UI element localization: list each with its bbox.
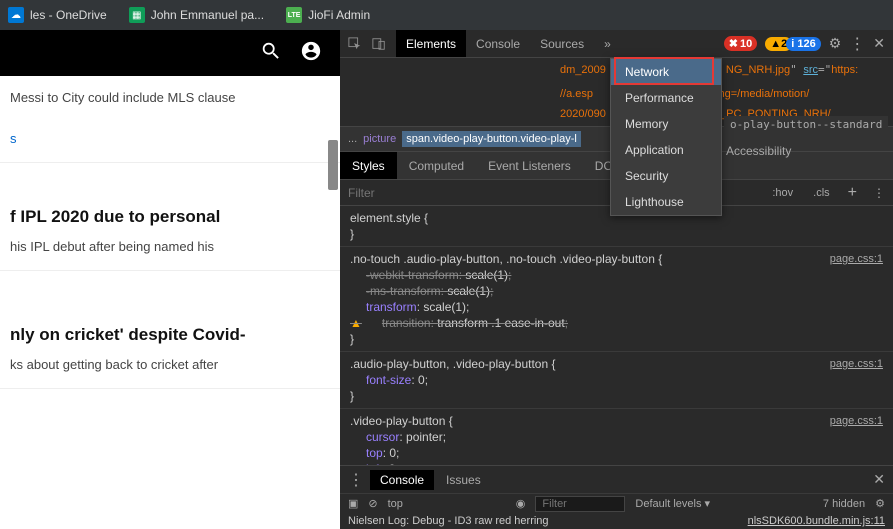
search-icon[interactable]	[260, 40, 282, 67]
hov-toggle[interactable]: :hov	[762, 187, 803, 199]
browser-tab-strip: ☁ les - OneDrive ▦ John Emmanuel pa... L…	[0, 0, 893, 30]
cls-toggle[interactable]: .cls	[803, 187, 840, 199]
menu-item-application[interactable]: Application	[611, 137, 721, 163]
info-badge[interactable]: i 126	[786, 37, 820, 51]
page-header	[0, 30, 340, 76]
play-icon[interactable]: ▣	[348, 497, 358, 510]
source-link[interactable]: page.css:1	[830, 356, 883, 372]
panels-dropdown: Network Performance Memory Application S…	[610, 58, 722, 216]
article-card[interactable]: nly on cricket' despite Covid- ks about …	[0, 311, 340, 389]
tab-overflow[interactable]: »	[594, 30, 621, 57]
device-icon[interactable]	[372, 37, 386, 51]
console-filter-input[interactable]	[535, 496, 625, 512]
article-card[interactable]: f IPL 2020 due to personal his IPL debut…	[0, 193, 340, 271]
tab-event-listeners[interactable]: Event Listeners	[476, 152, 583, 179]
console-message: Nielsen Log: Debug - ID3 raw red herring…	[340, 513, 893, 529]
devtools-tablist: Elements Console Sources »	[396, 30, 621, 57]
drawer-tab-issues[interactable]: Issues	[436, 470, 491, 490]
source-link[interactable]: page.css:1	[830, 413, 883, 429]
article-link: s	[10, 131, 330, 146]
browser-tab[interactable]: LTE JioFi Admin	[286, 7, 370, 23]
breadcrumb-dots: ...	[348, 133, 357, 145]
article-subtitle: his IPL debut after being named his	[10, 239, 330, 254]
error-badge[interactable]: ✖10	[724, 36, 757, 51]
lte-icon: LTE	[286, 7, 302, 23]
tab-console[interactable]: Console	[466, 30, 530, 57]
menu-item-security[interactable]: Security	[611, 163, 721, 189]
breadcrumb-item[interactable]: picture	[363, 133, 396, 145]
breadcrumb-item-selected[interactable]: span.video-play-button.video-play-l	[402, 131, 581, 147]
browser-tab[interactable]: ▦ John Emmanuel pa...	[129, 7, 264, 23]
tab-label: JioFi Admin	[308, 8, 370, 22]
tab-styles[interactable]: Styles	[340, 152, 397, 179]
menu-item-memory[interactable]: Memory	[611, 111, 721, 137]
tab-accessibility[interactable]: Accessibility	[720, 142, 797, 160]
tab-label: les - OneDrive	[30, 8, 107, 22]
article-title: f IPL 2020 due to personal	[10, 207, 330, 227]
console-toolbar: ▣ ⊘ top ◉ Default levels ▾ 7 hidden ⚙	[340, 493, 893, 513]
eye-icon[interactable]: ◉	[516, 497, 526, 510]
user-icon[interactable]	[300, 40, 322, 67]
clear-icon[interactable]: ⊘	[368, 497, 377, 510]
menu-item-lighthouse[interactable]: Lighthouse	[611, 189, 721, 215]
scrollbar-thumb[interactable]	[328, 140, 338, 190]
article-title: nly on cricket' despite Covid-	[10, 325, 330, 345]
context-select[interactable]: top	[388, 498, 403, 510]
tab-elements[interactable]: Elements	[396, 30, 466, 57]
article-subtitle: ks about getting back to cricket after	[10, 357, 330, 372]
close-icon[interactable]: ✕	[873, 35, 885, 52]
devtools-header: Elements Console Sources » ✖10 ▲2i 126 ⚙…	[340, 30, 893, 58]
tab-computed[interactable]: Computed	[397, 152, 476, 179]
article-card[interactable]: Messi to City could include MLS clause s	[0, 76, 340, 163]
devtools-status: ✖10 ▲2i 126 ⚙ ⋮ ✕	[724, 34, 885, 54]
console-drawer-tabs: ⋮ Console Issues ✕	[340, 465, 893, 493]
inspect-icon[interactable]	[348, 37, 362, 51]
breadcrumb-item[interactable]: o-play-button--standard	[724, 116, 888, 133]
tab-label: John Emmanuel pa...	[151, 8, 264, 22]
hidden-count[interactable]: 7 hidden	[823, 498, 865, 510]
new-style-button[interactable]: +	[840, 184, 865, 202]
gear-icon[interactable]: ⚙	[875, 497, 885, 510]
more-icon[interactable]: ⋮	[348, 470, 364, 490]
sheets-icon: ▦	[129, 7, 145, 23]
article-subtitle: Messi to City could include MLS clause	[10, 90, 330, 105]
gear-icon[interactable]: ⚙	[829, 35, 842, 52]
more-icon[interactable]: ⋮	[849, 34, 865, 54]
menu-item-performance[interactable]: Performance	[611, 85, 721, 111]
style-rule[interactable]: page.css:1 .no-touch .audio-play-button,…	[340, 247, 893, 352]
menu-item-network[interactable]: Network	[611, 59, 721, 85]
onedrive-icon: ☁	[8, 7, 24, 23]
levels-select[interactable]: Default levels ▾	[635, 497, 710, 510]
log-text: Nielsen Log: Debug - ID3 raw red herring	[348, 515, 549, 527]
webpage-content: Messi to City could include MLS clause s…	[0, 30, 340, 529]
source-link[interactable]: page.css:1	[830, 251, 883, 267]
style-rule[interactable]: page.css:1 .audio-play-button, .video-pl…	[340, 352, 893, 409]
browser-tab[interactable]: ☁ les - OneDrive	[8, 7, 107, 23]
close-icon[interactable]: ✕	[873, 471, 885, 488]
more-icon[interactable]: ⋮	[865, 186, 893, 200]
styles-pane: element.style { } page.css:1 .no-touch .…	[340, 206, 893, 474]
log-source-link[interactable]: nlsSDK600.bundle.min.js:11	[748, 515, 885, 527]
drawer-tab-console[interactable]: Console	[370, 470, 434, 490]
tab-sources[interactable]: Sources	[530, 30, 594, 57]
